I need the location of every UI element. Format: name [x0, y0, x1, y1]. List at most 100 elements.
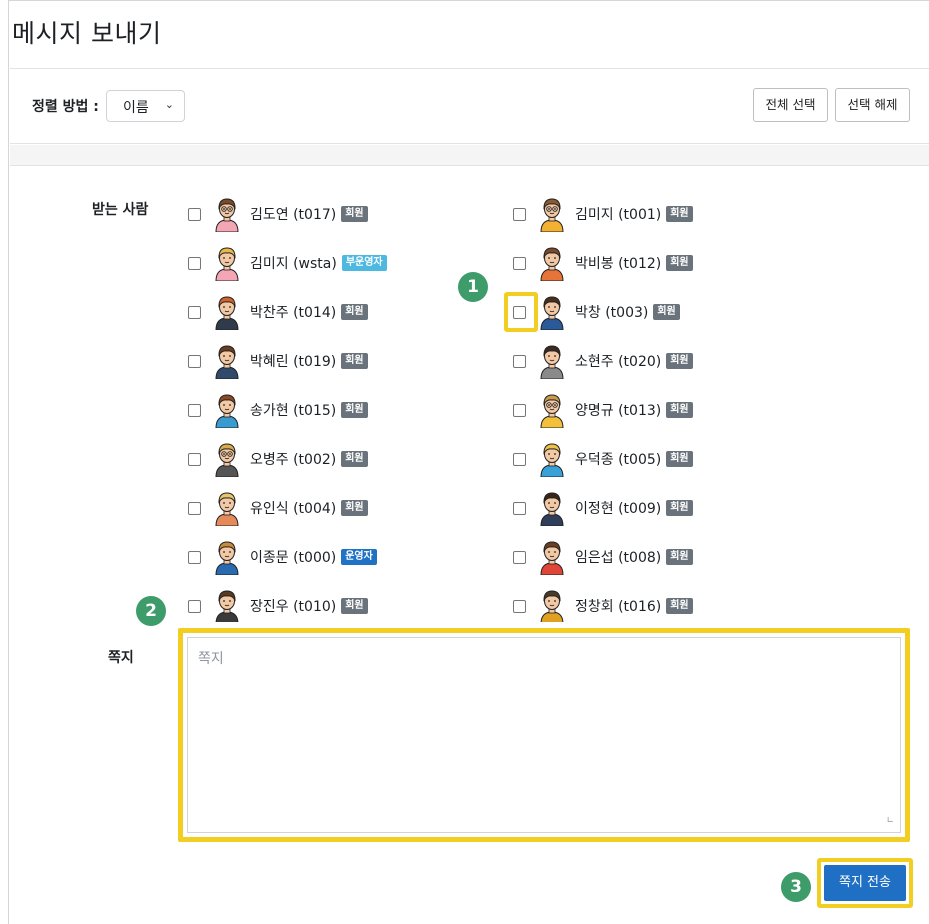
role-badge: 운영자 [341, 549, 377, 565]
woman-dark-hair-icon [539, 343, 565, 380]
role-badge: 회원 [341, 353, 368, 369]
role-badge: 부운영자 [341, 255, 387, 271]
recipient-item[interactable]: 김미지 (t001) 회원 [513, 196, 693, 233]
man-round-icon [214, 588, 240, 622]
recipient-item[interactable]: 장진우 (t010) 회원 [188, 588, 368, 622]
man-orange-icon [539, 245, 565, 282]
memo-placeholder: 쪽지 [198, 651, 224, 667]
recipient-name: 송가현 (t015) [250, 403, 337, 419]
recipient-checkbox[interactable] [513, 550, 526, 564]
recipient-name: 양명규 (t013) [575, 403, 662, 419]
role-badge: 회원 [666, 500, 693, 516]
recipient-checkbox[interactable] [188, 354, 201, 368]
recipient-item[interactable]: 김도연 (t017) 회원 [188, 196, 368, 233]
recipient-checkbox[interactable] [188, 403, 201, 417]
memo-label: 쪽지 [108, 650, 134, 666]
recipient-name: 소현주 (t020) [575, 354, 662, 370]
highlight-checkbox-frame [504, 292, 538, 332]
role-badge: 회원 [341, 500, 368, 516]
woman-glasses-gray-icon [214, 441, 240, 478]
man-glasses-yellow-icon [539, 196, 565, 233]
recipient-checkbox[interactable] [513, 207, 526, 221]
role-badge: 회원 [666, 598, 693, 614]
recipient-checkbox[interactable] [188, 452, 201, 466]
role-badge: 회원 [666, 255, 693, 271]
recipient-item[interactable]: 소현주 (t020) 회원 [513, 343, 693, 380]
recipient-name: 박혜린 (t019) [250, 354, 337, 370]
recipient-item[interactable]: 우덕종 (t005) 회원 [513, 441, 693, 478]
man-blue-shirt-icon [214, 539, 240, 576]
role-badge: 회원 [341, 304, 368, 320]
recipient-checkbox[interactable] [513, 599, 526, 613]
man-glasses-icon [539, 392, 565, 429]
recipient-name: 박찬주 (t014) [250, 305, 337, 321]
recipient-name: 장진우 (t010) [250, 599, 337, 615]
sort-label: 정렬 방법 : [32, 99, 99, 115]
recipient-item[interactable]: 박비봉 (t012) 회원 [513, 245, 693, 282]
recipient-item[interactable]: 양명규 (t013) 회원 [513, 392, 693, 429]
recipient-item[interactable]: 박찬주 (t014) 회원 [188, 294, 368, 331]
role-badge: 회원 [653, 304, 680, 320]
woman-redhead-icon [214, 294, 240, 331]
recipient-item[interactable]: 유인식 (t004) 회원 [188, 490, 368, 527]
woman-longhair-icon [214, 392, 240, 429]
step-badge-2: 2 [136, 596, 166, 626]
recipient-checkbox[interactable] [513, 256, 526, 270]
woman-ponytail-icon [539, 294, 565, 331]
recipient-name: 정창회 (t016) [575, 599, 662, 615]
recipient-name: 오병주 (t002) [250, 452, 337, 468]
role-badge: 회원 [341, 598, 368, 614]
role-badge: 회원 [666, 549, 693, 565]
recipient-item[interactable]: 정창회 (t016) 회원 [513, 588, 693, 622]
step-badge-1: 1 [458, 272, 488, 302]
recipient-checkbox[interactable] [188, 256, 201, 270]
recipient-checkbox[interactable] [513, 452, 526, 466]
recipient-item[interactable]: 이종문 (t000) 운영자 [188, 539, 377, 576]
send-message-button[interactable]: 쪽지 전송 [824, 865, 906, 901]
memo-highlight-frame: 쪽지 ∟ [178, 628, 910, 842]
man-red-shirt-icon [539, 539, 565, 576]
recipient-item[interactable]: 이정현 (t009) 회원 [513, 490, 693, 527]
memo-textarea[interactable]: 쪽지 ∟ [187, 637, 901, 833]
sort-selected-value: 이름 [123, 100, 149, 116]
recipient-checkbox[interactable] [513, 354, 526, 368]
woman-blonde-blue-icon [539, 441, 565, 478]
recipient-checkbox[interactable] [188, 305, 201, 319]
recipient-name: 박비봉 (t012) [575, 256, 662, 272]
recipient-item[interactable]: 박혜린 (t019) 회원 [188, 343, 368, 380]
recipient-checkbox[interactable] [513, 501, 526, 515]
recipient-checkbox[interactable] [188, 501, 201, 515]
recipient-checkbox[interactable] [188, 207, 201, 221]
chevron-down-icon: ⌄ [164, 98, 174, 111]
recipient-checkbox[interactable] [513, 403, 526, 417]
recipients-label: 받는 사람 [92, 202, 149, 218]
select-all-button[interactable]: 전체 선택 [753, 88, 828, 122]
recipient-checkbox[interactable] [188, 599, 201, 613]
recipient-name: 우덕종 (t005) [575, 452, 662, 468]
section-divider [10, 145, 929, 165]
recipient-checkbox[interactable] [188, 550, 201, 564]
resize-grip-icon[interactable]: ∟ [886, 816, 894, 826]
recipient-item[interactable]: 오병주 (t002) 회원 [188, 441, 368, 478]
page-title: 메시지 보내기 [12, 19, 162, 48]
role-badge: 회원 [341, 451, 368, 467]
deselect-all-button[interactable]: 선택 해제 [835, 88, 910, 122]
recipient-name: 김미지 (wsta) [250, 256, 337, 272]
recipient-name: 이정현 (t009) [575, 501, 662, 517]
role-badge: 회원 [666, 353, 693, 369]
recipient-item[interactable]: 송가현 (t015) 회원 [188, 392, 368, 429]
recipient-name: 임은섭 (t008) [575, 550, 662, 566]
woman-glasses-icon [214, 196, 240, 233]
role-badge: 회원 [341, 206, 368, 222]
sort-select[interactable]: 이름 ⌄ [106, 90, 185, 122]
woman-curly-icon [539, 588, 565, 622]
role-badge: 회원 [666, 402, 693, 418]
step-badge-3: 3 [781, 872, 811, 902]
recipient-item[interactable]: 김미지 (wsta) 부운영자 [188, 245, 387, 282]
recipient-item[interactable]: 임은섭 (t008) 회원 [513, 539, 693, 576]
role-badge: 회원 [666, 206, 693, 222]
recipient-item[interactable]: 박창 (t003) 회원 [513, 294, 680, 331]
send-highlight-frame: 쪽지 전송 [817, 858, 913, 908]
recipient-name: 유인식 (t004) [250, 501, 337, 517]
man-beard-icon [214, 343, 240, 380]
